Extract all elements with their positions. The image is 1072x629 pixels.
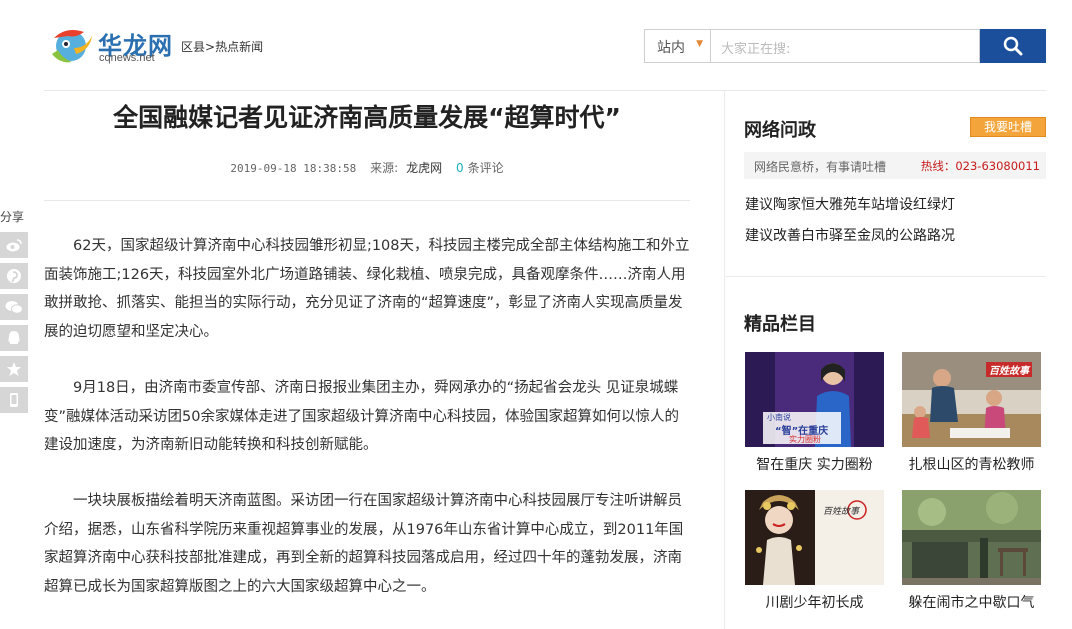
thumbnail-overlay-text: 百姓故事: [823, 507, 860, 517]
article-title: 全国融媒记者见证济南高质量发展“超算时代”: [113, 103, 621, 132]
featured-thumbnail[interactable]: 小南说 “智”在重庆 实力圈粉: [745, 352, 884, 447]
share-label: 分享: [0, 210, 25, 224]
featured-thumbnail[interactable]: 百姓故事: [902, 352, 1041, 447]
search-icon: [1003, 36, 1023, 56]
article-paragraph: 9月18日，由济南市委宣传部、济南日报报业集团主办，舜网承办的“扬起省会龙头 见…: [44, 380, 679, 453]
forum-hotline-bar: 网络民意桥，有事请吐槽 热线：023-63080011: [744, 152, 1046, 179]
meta-divider: [44, 200, 690, 201]
search-placeholder: 大家正在搜:: [721, 42, 791, 57]
forum-section-title: 网络问政: [744, 120, 816, 141]
sidebar-divider: [726, 276, 1046, 277]
comment-label[interactable]: 条评论: [468, 161, 504, 175]
pinterest-icon[interactable]: [0, 263, 28, 289]
search-input[interactable]: 大家正在搜:: [710, 29, 980, 63]
featured-caption[interactable]: 川剧少年初长成: [745, 592, 884, 612]
breadcrumb: 区县>热点新闻: [181, 38, 263, 55]
favorite-icon[interactable]: [0, 356, 28, 382]
column-divider: [724, 90, 725, 629]
dragon-logo-icon: [52, 30, 92, 63]
thumbnail-overlay-text: 实力圈粉: [789, 435, 821, 444]
thumbnail-overlay-text: 百姓故事: [986, 362, 1032, 377]
share-toolbar: [0, 232, 28, 418]
article-paragraph: 62天，国家超级计算济南中心科技园雏形初显;108天，科技园主楼完成全部主体结构…: [44, 238, 690, 340]
chevron-down-icon: ▼: [696, 39, 703, 49]
mobile-icon[interactable]: [0, 387, 28, 413]
article-meta: 2019-09-18 18:38:58 来源: 龙虎网 0 条评论: [44, 159, 690, 176]
forum-link[interactable]: 建议陶家恒大雅苑车站增设红绿灯: [745, 194, 955, 214]
search-button[interactable]: [980, 29, 1046, 63]
source-label: 来源:: [370, 161, 399, 175]
forum-hotline: 热线：023-63080011: [920, 159, 1040, 173]
complain-button[interactable]: 我要吐槽: [970, 117, 1046, 137]
article-date: 2019-09-18 18:38:58: [230, 162, 357, 175]
wechat-icon[interactable]: [0, 294, 28, 320]
qq-icon[interactable]: [0, 325, 28, 351]
article-source[interactable]: 龙虎网: [406, 161, 442, 175]
comment-count[interactable]: 0: [456, 161, 464, 175]
forum-link[interactable]: 建议改善白市驿至金凤的公路路况: [745, 225, 955, 245]
site-logo[interactable]: [46, 24, 96, 68]
featured-thumbnail[interactable]: 百姓故事: [745, 490, 884, 585]
site-url: cqnews.net: [99, 52, 155, 64]
featured-thumbnail[interactable]: [902, 490, 1041, 585]
search-scope-select[interactable]: 站内 ▼: [644, 29, 711, 63]
header-divider: [44, 90, 1046, 91]
weibo-icon[interactable]: [0, 232, 28, 258]
breadcrumb-district[interactable]: 区县: [181, 40, 205, 54]
article-paragraph: 一块块展板描绘着明天济南蓝图。采访团一行在国家超级计算济南中心科技园展厅专注听讲…: [44, 493, 684, 595]
featured-caption[interactable]: 智在重庆 实力圈粉: [745, 454, 884, 474]
search-scope-value: 站内: [657, 40, 685, 56]
featured-section-title: 精品栏目: [744, 314, 816, 335]
forum-slogan: 网络民意桥，有事请吐槽: [754, 160, 887, 174]
breadcrumb-hot-news[interactable]: 热点新闻: [215, 40, 263, 54]
featured-caption[interactable]: 扎根山区的青松教师: [902, 454, 1041, 474]
breadcrumb-separator: >: [205, 40, 216, 54]
featured-caption[interactable]: 躲在闹市之中歇口气: [902, 592, 1041, 612]
